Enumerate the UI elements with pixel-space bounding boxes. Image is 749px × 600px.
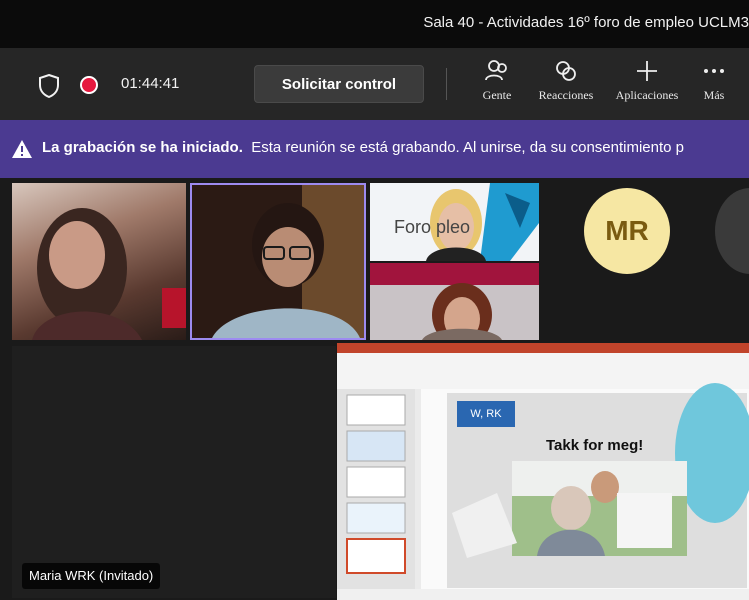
recording-message-text: Esta reunión se está grabando. Al unirse… — [251, 139, 685, 156]
forum-logo-text: Foro pleo — [394, 217, 471, 237]
apps-button[interactable]: Aplicaciones — [607, 58, 687, 112]
warning-icon — [12, 140, 32, 158]
request-control-button[interactable]: Solicitar control — [254, 65, 424, 103]
participant-image — [212, 185, 364, 338]
participant-image — [370, 263, 539, 340]
people-label: Gente — [482, 88, 512, 102]
recording-icon — [80, 76, 98, 94]
more-button[interactable]: Más — [684, 58, 744, 112]
recording-message-bold: La grabación se ha iniciado. — [42, 139, 243, 156]
recording-banner: La grabación se ha iniciado. Esta reunió… — [0, 120, 749, 178]
shield-icon[interactable] — [38, 74, 60, 98]
participant-video-tile[interactable] — [12, 183, 186, 340]
slide-logo-badge: W, RK — [457, 401, 515, 427]
reactions-button[interactable]: Reacciones — [526, 58, 606, 112]
meeting-timer: 01:44:41 — [121, 75, 180, 92]
reactions-label: Reacciones — [538, 88, 594, 102]
people-icon — [485, 60, 507, 81]
active-speaker-tile[interactable] — [190, 183, 366, 340]
toolbar-divider — [446, 68, 447, 100]
video-grid: Foro pleo MR Maria WRK (Invitado) — [0, 178, 749, 600]
apps-label: Aplicaciones — [615, 88, 679, 102]
shared-screen-content[interactable] — [337, 343, 749, 600]
recording-message: La grabación se ha iniciado. Esta reunió… — [42, 139, 684, 156]
window-title: Sala 40 - Actividades 16º foro de empleo… — [423, 14, 749, 31]
participant-image — [32, 208, 186, 340]
reactions-icon — [556, 61, 576, 81]
slide-title: Takk for meg! — [546, 437, 644, 454]
participant-video-tile[interactable]: Foro pleo — [370, 183, 539, 261]
meeting-toolbar: 01:44:41 Solicitar control Gente Reaccio… — [0, 48, 749, 120]
more-label: Más — [703, 88, 725, 102]
participant-avatar[interactable] — [715, 188, 749, 274]
powerpoint-screenshot — [337, 343, 749, 600]
more-icon — [704, 69, 724, 73]
plus-icon — [637, 61, 657, 81]
participant-video-tile[interactable] — [370, 263, 539, 340]
participant-name-tag: Maria WRK (Invitado) — [22, 563, 161, 589]
participant-avatar[interactable]: MR — [584, 188, 670, 274]
shared-screen-tile[interactable] — [12, 346, 336, 598]
title-bar: Sala 40 - Actividades 16º foro de empleo… — [0, 0, 749, 48]
people-button[interactable]: Gente — [457, 58, 537, 112]
